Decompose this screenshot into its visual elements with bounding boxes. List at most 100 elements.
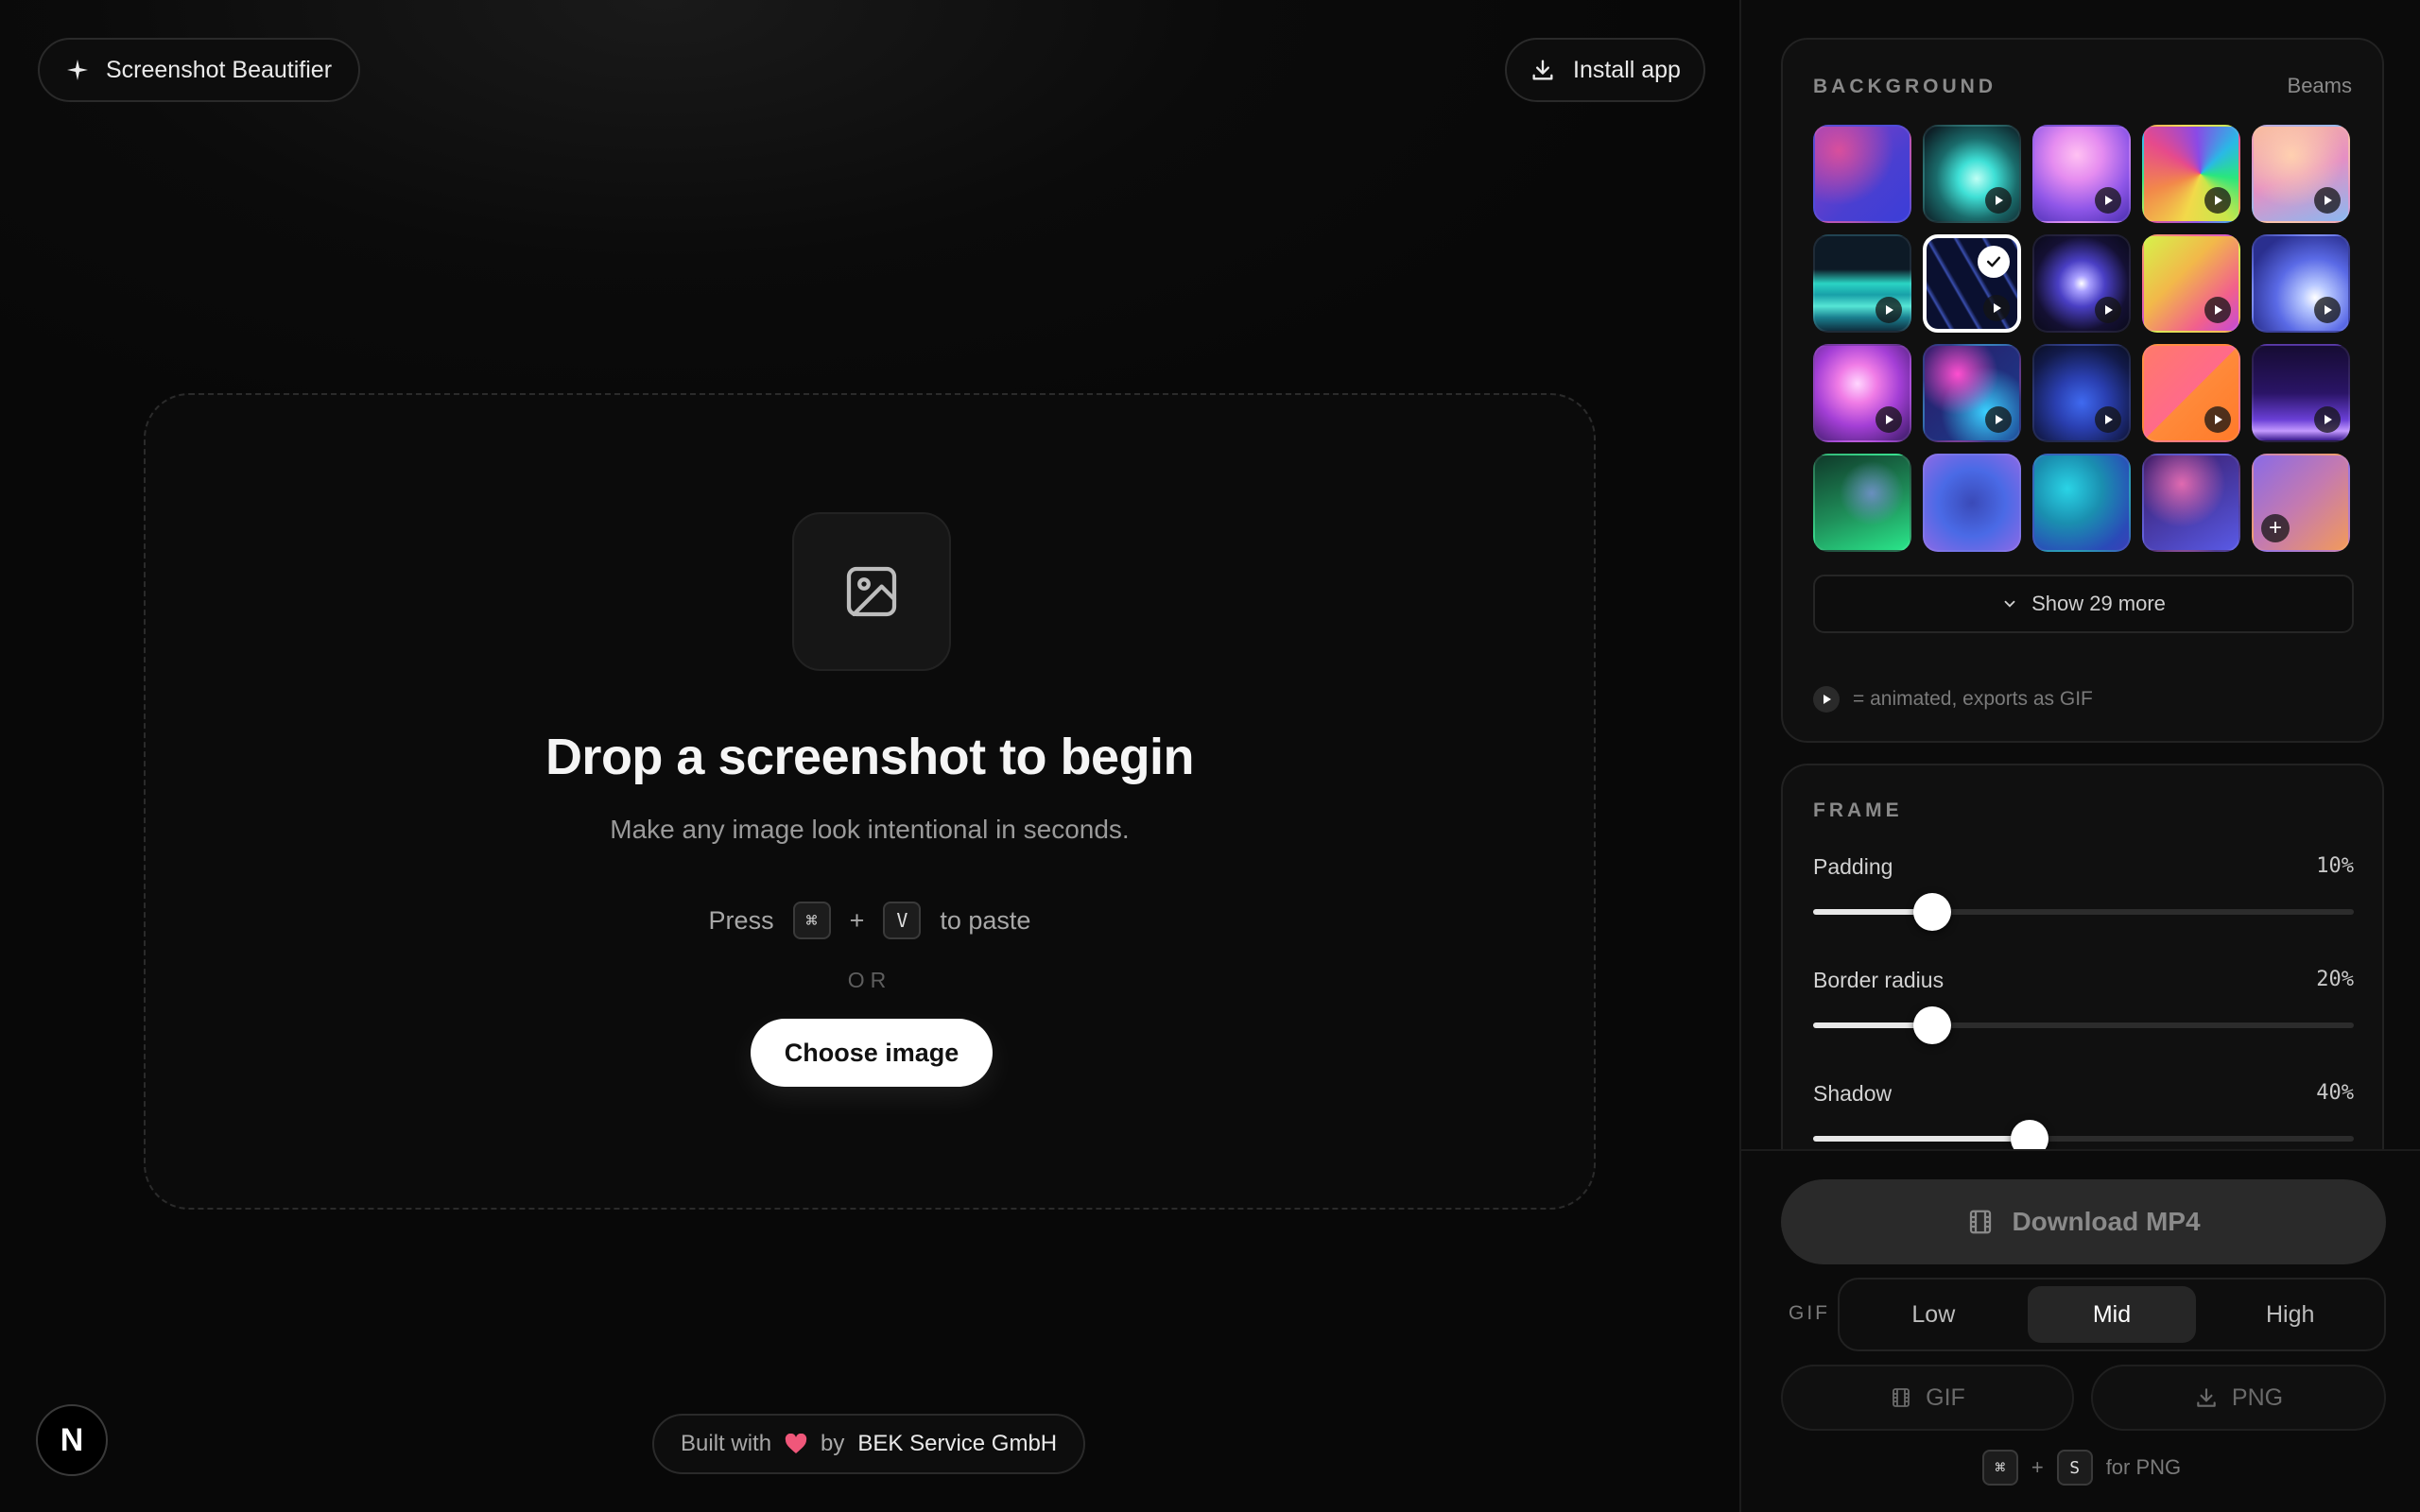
padding-slider[interactable] bbox=[1813, 893, 2354, 931]
background-swatch-violet-blur[interactable] bbox=[1813, 125, 1911, 223]
shadow-slider[interactable] bbox=[1813, 1120, 2354, 1158]
animated-legend: = animated, exports as GIF bbox=[1813, 686, 2093, 713]
radius-slider[interactable] bbox=[1813, 1006, 2354, 1044]
show-more-label: Show 29 more bbox=[2031, 592, 2166, 615]
play-icon bbox=[2095, 297, 2121, 323]
background-card: BACKGROUND Beams + Show 29 more = animat… bbox=[1781, 38, 2384, 743]
background-swatch-lime-pink[interactable] bbox=[2142, 234, 2240, 333]
radius-slider-thumb[interactable] bbox=[1912, 1006, 1951, 1044]
frame-label: FRAME bbox=[1813, 799, 1903, 821]
swatch-grid: + bbox=[1813, 125, 2350, 552]
background-swatch-spotlight[interactable] bbox=[2032, 234, 2131, 333]
background-swatch-deep-blue[interactable] bbox=[2032, 344, 2131, 442]
quality-mid-button[interactable]: Mid bbox=[2027, 1286, 2197, 1343]
background-swatch-emerald[interactable] bbox=[1813, 454, 1911, 552]
image-icon bbox=[846, 566, 897, 617]
export-bar: Download MP4 GIF Low Mid High GIF PNG ⌘ … bbox=[1741, 1149, 2420, 1512]
show-more-button[interactable]: Show 29 more bbox=[1813, 575, 2354, 633]
radius-value: 20% bbox=[2316, 968, 2354, 991]
heart-icon bbox=[785, 1434, 807, 1453]
background-swatch-split-coral[interactable] bbox=[2142, 344, 2240, 442]
settings-sidebar: BACKGROUND Beams + Show 29 more = animat… bbox=[1739, 0, 2420, 1512]
film-icon bbox=[1893, 1388, 1910, 1407]
gif-quality-label: GIF bbox=[1789, 1302, 1830, 1324]
play-icon bbox=[1985, 187, 2012, 214]
chevron-down-icon bbox=[2004, 600, 2015, 608]
export-gif-label: GIF bbox=[1926, 1383, 1965, 1411]
plus-icon: + bbox=[2261, 514, 2290, 542]
play-icon bbox=[2204, 297, 2231, 323]
press-label: Press bbox=[708, 905, 774, 935]
hint-suffix: for PNG bbox=[2105, 1455, 2182, 1479]
shadow-value: 40% bbox=[2316, 1081, 2354, 1105]
export-png-button[interactable]: PNG bbox=[2091, 1365, 2386, 1431]
play-icon bbox=[2314, 406, 2341, 433]
padding-value: 10% bbox=[2316, 854, 2354, 878]
avatar[interactable]: N bbox=[36, 1404, 108, 1476]
brand-pill[interactable]: Screenshot Beautifier bbox=[38, 38, 361, 102]
cmd-key: ⌘ bbox=[1981, 1450, 2018, 1486]
export-gif-button[interactable]: GIF bbox=[1781, 1365, 2074, 1431]
background-swatch-teal-glow[interactable] bbox=[1923, 125, 2021, 223]
background-swatch-waves[interactable] bbox=[1813, 234, 1911, 333]
png-shortcut-hint: ⌘ + S for PNG bbox=[1741, 1450, 2420, 1486]
play-icon bbox=[2204, 406, 2231, 433]
background-swatch-beams[interactable] bbox=[1923, 234, 2021, 333]
play-icon bbox=[1876, 406, 1902, 433]
play-icon bbox=[1983, 295, 2010, 321]
cmd-key: ⌘ bbox=[792, 902, 831, 939]
frame-card: FRAME Padding 10% Border radius 20% Shad… bbox=[1781, 764, 2384, 1179]
sparkle-icon bbox=[67, 60, 88, 80]
play-icon bbox=[2095, 406, 2121, 433]
background-swatch-pink-orb[interactable] bbox=[2032, 125, 2131, 223]
play-icon bbox=[1876, 297, 1902, 323]
plus-label: + bbox=[2031, 1455, 2044, 1479]
background-swatch-peach-sky[interactable] bbox=[2252, 125, 2350, 223]
plus-label: + bbox=[849, 905, 865, 935]
brand-label: Screenshot Beautifier bbox=[106, 56, 333, 83]
quality-low-button[interactable]: Low bbox=[1849, 1286, 2018, 1343]
legend-text: = animated, exports as GIF bbox=[1853, 688, 2093, 710]
background-swatch-conic-rainbow[interactable] bbox=[2142, 125, 2240, 223]
drop-subtitle: Make any image look intentional in secon… bbox=[610, 815, 1130, 844]
built-with-badge[interactable]: Built with by BEK Service GmbH bbox=[652, 1414, 1086, 1474]
film-icon bbox=[1970, 1210, 1992, 1234]
play-icon bbox=[1985, 406, 2012, 433]
background-swatch-purple-horizon[interactable] bbox=[2252, 344, 2350, 442]
shadow-label: Shadow bbox=[1813, 1081, 1893, 1106]
dropzone[interactable]: Drop a screenshot to begin Make any imag… bbox=[144, 393, 1596, 1210]
or-divider: OR bbox=[847, 968, 892, 992]
s-key: S bbox=[2056, 1450, 2093, 1486]
download-mp4-label: Download MP4 bbox=[2012, 1207, 2201, 1236]
background-swatch-neon-mix[interactable] bbox=[1923, 344, 2021, 442]
background-swatch-rose-indigo[interactable] bbox=[2142, 454, 2240, 552]
download-icon bbox=[2197, 1388, 2216, 1407]
background-swatch-magenta-orb[interactable] bbox=[1813, 344, 1911, 442]
background-current: Beams bbox=[2287, 74, 2352, 97]
download-mp4-button[interactable]: Download MP4 bbox=[1781, 1179, 2386, 1264]
download-icon bbox=[1532, 60, 1553, 80]
padding-label: Padding bbox=[1813, 854, 1893, 879]
image-placeholder bbox=[792, 512, 951, 671]
main-area: Screenshot Beautifier Install app Drop a… bbox=[0, 0, 1739, 1512]
choose-image-button[interactable]: Choose image bbox=[751, 1019, 993, 1087]
company-link[interactable]: BEK Service GmbH bbox=[857, 1431, 1057, 1457]
built-with-label: Built with bbox=[681, 1431, 772, 1456]
play-icon bbox=[2314, 297, 2341, 323]
play-icon bbox=[2204, 187, 2231, 214]
background-swatch-cyan-deep[interactable] bbox=[2032, 454, 2131, 552]
paste-suffix: to paste bbox=[940, 905, 1031, 935]
radius-label: Border radius bbox=[1813, 968, 1945, 992]
background-swatch-custom-gradient[interactable]: + bbox=[2252, 454, 2350, 552]
background-swatch-blue-flare[interactable] bbox=[2252, 234, 2350, 333]
paste-hint: Press ⌘ + V to paste bbox=[146, 902, 1594, 939]
padding-slider-thumb[interactable] bbox=[1912, 893, 1951, 931]
play-icon bbox=[2095, 187, 2121, 214]
install-label: Install app bbox=[1573, 56, 1681, 83]
v-key: V bbox=[883, 902, 922, 939]
play-icon bbox=[1813, 686, 1840, 713]
quality-high-button[interactable]: High bbox=[2205, 1286, 2375, 1343]
background-swatch-indigo-soft[interactable] bbox=[1923, 454, 2021, 552]
install-app-button[interactable]: Install app bbox=[1505, 38, 1705, 102]
shadow-slider-fill bbox=[1813, 1136, 2030, 1142]
